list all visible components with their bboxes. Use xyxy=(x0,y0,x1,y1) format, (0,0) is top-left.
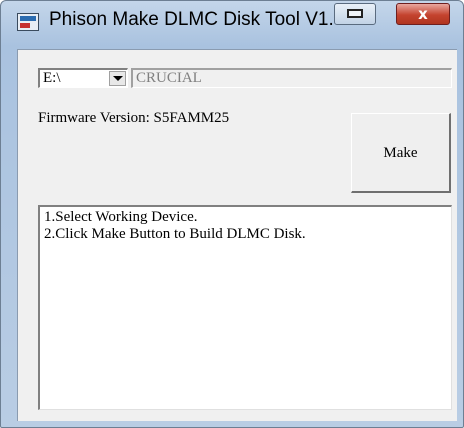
restore-down-icon xyxy=(347,9,363,18)
firmware-version-label: Firmware Version: S5FAMM25 xyxy=(38,110,230,126)
app-window-icon xyxy=(17,13,39,31)
disk-name-field: CRUCIAL xyxy=(131,68,452,88)
window-title: Phison Make DLMC Disk Tool V1.03 xyxy=(49,9,355,30)
log-line: 1.Select Working Device. xyxy=(44,209,198,225)
client-area: E:\ CRUCIAL Firmware Version: S5FAMM25 M… xyxy=(17,49,457,421)
close-button[interactable]: x xyxy=(396,3,450,25)
drive-select[interactable]: E:\ xyxy=(38,68,128,88)
log-line: 2.Click Make Button to Build DLMC Disk. xyxy=(44,226,306,242)
title-bar[interactable]: Phison Make DLMC Disk Tool V1.03 x xyxy=(1,1,463,43)
restore-down-button[interactable] xyxy=(334,3,376,25)
chevron-down-icon[interactable] xyxy=(109,71,126,86)
log-textarea[interactable]: 1.Select Working Device. 2.Click Make Bu… xyxy=(38,205,452,410)
make-button[interactable]: Make xyxy=(351,113,451,193)
drive-select-value: E:\ xyxy=(43,70,61,86)
app-window: Phison Make DLMC Disk Tool V1.03 x E:\ C… xyxy=(0,0,464,428)
close-icon: x xyxy=(418,5,428,23)
